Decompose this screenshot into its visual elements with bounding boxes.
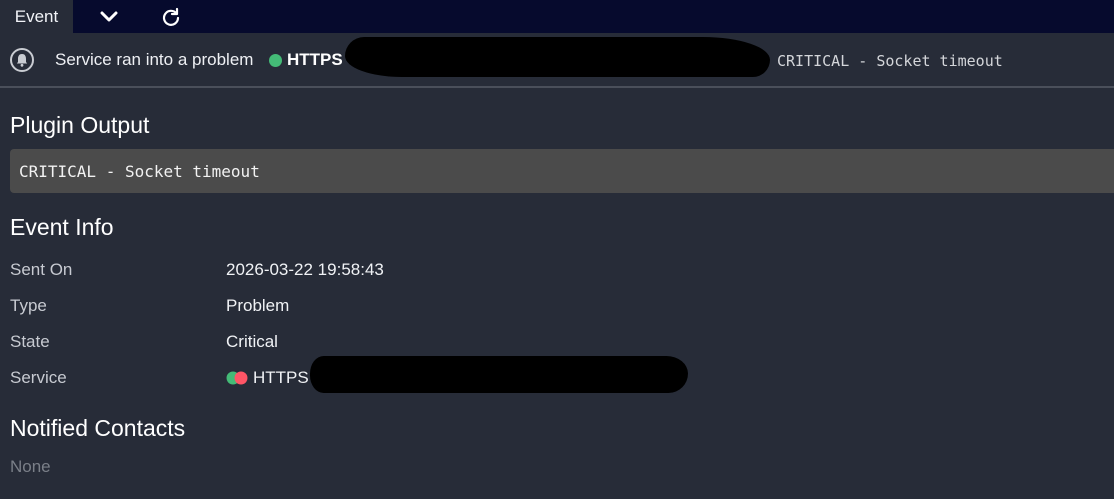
redaction-mark [310, 356, 688, 393]
plugin-output-text: CRITICAL - Socket timeout [19, 161, 260, 181]
bell-icon [10, 48, 34, 72]
tab-event[interactable]: Event [0, 0, 73, 33]
sent-on-value: 2026-03-22 19:58:43 [226, 260, 384, 279]
notified-contacts-title: Notified Contacts [10, 415, 186, 441]
service-label: Service [10, 368, 67, 387]
plugin-output-box: CRITICAL - Socket timeout [10, 149, 1114, 193]
service-value-link[interactable]: HTTPS [253, 368, 309, 388]
header-service-link[interactable]: HTTPS [287, 50, 343, 70]
redaction-mark [345, 37, 770, 77]
service-state-icon [226, 370, 250, 386]
header-output: CRITICAL - Socket timeout [777, 52, 1003, 70]
tab-bar: Event [0, 0, 1114, 33]
notified-contacts-value: None [10, 457, 51, 476]
refresh-icon[interactable] [151, 0, 191, 33]
event-header: Service ran into a problem HTTPS CRITICA… [0, 33, 1114, 88]
chevron-down-icon[interactable] [89, 0, 129, 33]
state-label: State [10, 332, 50, 351]
plugin-output-title: Plugin Output [10, 112, 150, 138]
state-value: Critical [226, 332, 278, 351]
type-value: Problem [226, 296, 290, 315]
event-info-title: Event Info [10, 214, 114, 240]
status-dot [269, 54, 282, 67]
header-title: Service ran into a problem [55, 50, 254, 69]
type-label: Type [10, 296, 47, 315]
sent-on-label: Sent On [10, 260, 73, 279]
